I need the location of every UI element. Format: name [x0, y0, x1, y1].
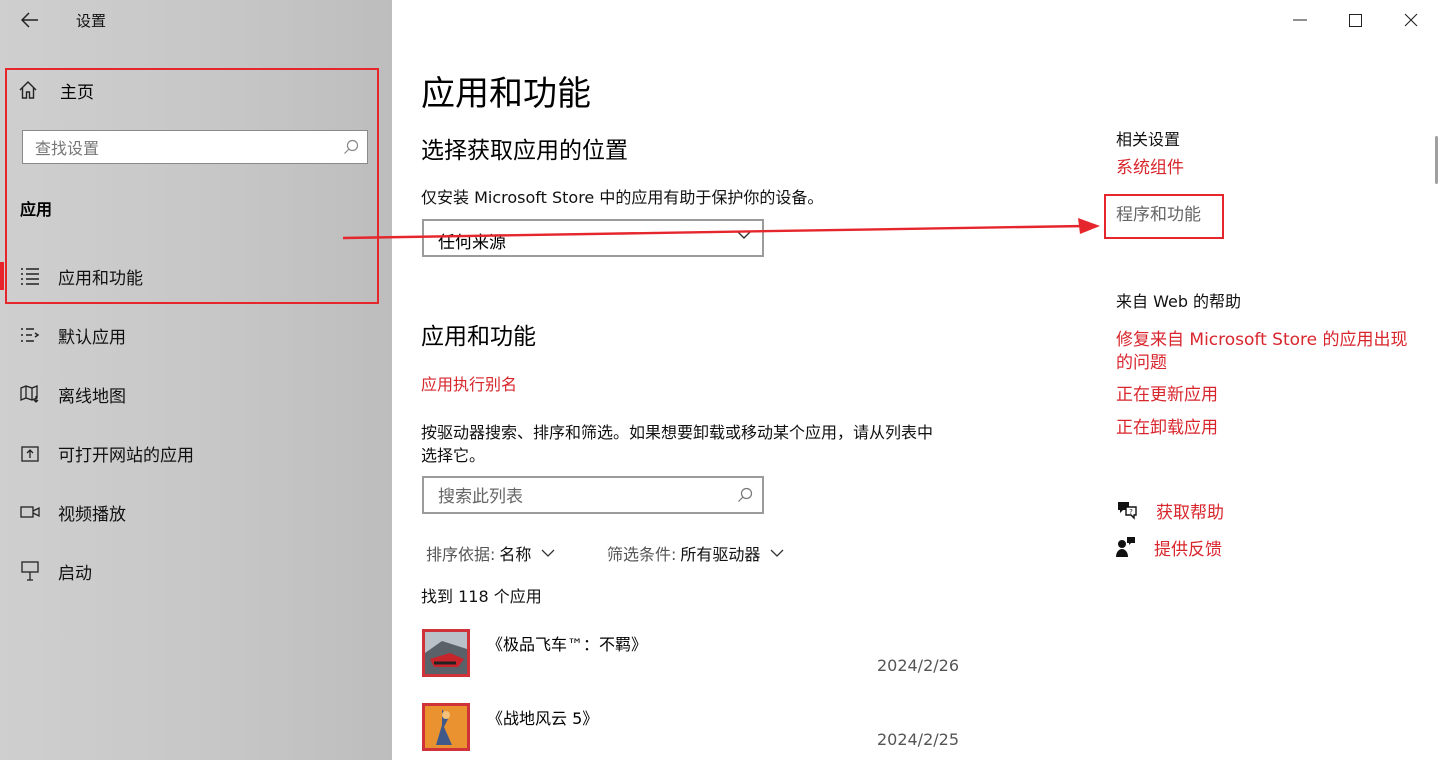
settings-search[interactable]	[22, 130, 368, 164]
home-label: 主页	[60, 82, 94, 103]
filter-label: 筛选条件:	[607, 545, 677, 564]
app-install-date: 2024/2/26	[876, 656, 959, 675]
source-section-heading: 选择获取应用的位置	[421, 138, 628, 164]
app-thumbnail	[422, 629, 470, 677]
link-line: 的问题	[1116, 353, 1167, 373]
get-help-link[interactable]: ? 获取帮助	[1116, 497, 1224, 523]
app-source-dropdown[interactable]: 任何来源	[422, 219, 764, 257]
sidebar-item-label: 可打开网站的应用	[58, 445, 194, 466]
system-components-link[interactable]: 系统组件	[1116, 157, 1184, 180]
apps-description-line2: 选择它。	[421, 446, 486, 465]
feedback-link[interactable]: 提供反馈	[1116, 534, 1222, 560]
fix-store-apps-link[interactable]: 修复来自 Microsoft Store 的应用出现 的问题	[1116, 329, 1408, 375]
close-icon	[1404, 13, 1418, 27]
updating-apps-link[interactable]: 正在更新应用	[1116, 384, 1218, 407]
app-execution-alias-link[interactable]: 应用执行别名	[421, 373, 517, 396]
sidebar-item-label: 应用和功能	[58, 268, 143, 289]
search-icon	[738, 487, 753, 502]
sidebar-home[interactable]: 主页	[18, 76, 94, 104]
scrollbar-thumb[interactable]	[1435, 136, 1438, 184]
chevron-down-icon	[770, 549, 784, 557]
sidebar: 设置 主页 应用 应用和功能 默认应用 离线地图	[0, 0, 392, 760]
app-list-item[interactable]: 《极品飞车™：不羁》 2024/2/26	[421, 629, 961, 693]
get-help-icon: ?	[1118, 502, 1137, 520]
app-count: 找到 118 个应用	[421, 587, 542, 606]
web-help-heading: 来自 Web 的帮助	[1116, 292, 1242, 311]
minimize-icon	[1293, 19, 1307, 21]
filter-value: 所有驱动器	[680, 545, 761, 564]
sidebar-item-label: 视频播放	[58, 504, 126, 525]
window-title: 设置	[76, 12, 107, 30]
apps-section-heading: 应用和功能	[421, 324, 536, 350]
sidebar-item-offline-maps[interactable]: 离线地图	[0, 374, 392, 414]
app-thumbnail	[422, 703, 470, 751]
sidebar-item-apps-features[interactable]: 应用和功能	[0, 256, 392, 296]
source-description: 仅安装 Microsoft Store 中的应用有助于保护你的设备。	[421, 188, 824, 207]
app-list-item[interactable]: 《战地风云 5》 2024/2/25	[421, 703, 961, 767]
close-button[interactable]	[1391, 6, 1431, 34]
back-button[interactable]	[14, 6, 46, 34]
default-apps-icon	[19, 324, 41, 346]
app-install-date: 2024/2/25	[876, 730, 959, 749]
sidebar-item-apps-for-websites[interactable]: 可打开网站的应用	[0, 433, 392, 473]
sidebar-item-label: 默认应用	[58, 327, 126, 348]
sidebar-item-startup[interactable]: 启动	[0, 551, 392, 591]
page-title: 应用和功能	[421, 74, 591, 114]
home-icon	[19, 81, 37, 99]
dropdown-value: 任何来源	[438, 233, 506, 253]
filter-by-dropdown[interactable]: 筛选条件: 所有驱动器	[607, 542, 784, 564]
settings-search-input[interactable]	[33, 135, 337, 161]
app-name: 《战地风云 5》	[487, 709, 599, 728]
feedback-icon	[1116, 537, 1135, 557]
apps-features-list-icon	[19, 265, 41, 287]
startup-icon	[19, 560, 41, 582]
sort-label: 排序依据:	[426, 545, 496, 564]
app-name: 《极品飞车™：不羁》	[487, 635, 648, 654]
maximize-button[interactable]	[1335, 6, 1375, 34]
sort-value: 名称	[499, 545, 532, 564]
sort-by-dropdown[interactable]: 排序依据: 名称	[426, 542, 555, 564]
sidebar-item-default-apps[interactable]: 默认应用	[0, 315, 392, 355]
video-playback-icon	[19, 501, 41, 523]
offline-maps-icon	[19, 383, 41, 405]
apps-description-line1: 按驱动器搜索、排序和筛选。如果想要卸载或移动某个应用，请从列表中	[421, 423, 934, 442]
maximize-icon	[1348, 13, 1362, 27]
back-arrow-icon	[21, 12, 38, 28]
related-settings-heading: 相关设置	[1116, 130, 1181, 149]
programs-features-link[interactable]: 程序和功能	[1116, 204, 1201, 227]
sidebar-item-label: 启动	[58, 563, 92, 584]
get-help-label: 获取帮助	[1156, 502, 1224, 523]
section-label: 应用	[20, 200, 53, 219]
feedback-label: 提供反馈	[1154, 539, 1222, 560]
sidebar-item-label: 离线地图	[58, 386, 126, 407]
uninstalling-apps-link[interactable]: 正在卸载应用	[1116, 417, 1218, 440]
app-list-search-input[interactable]	[436, 484, 730, 510]
link-line: 修复来自 Microsoft Store 的应用出现	[1116, 330, 1408, 350]
chevron-down-icon	[736, 230, 752, 239]
svg-text:?: ?	[1129, 508, 1133, 516]
apps-for-websites-icon	[19, 442, 41, 464]
app-list-search[interactable]	[422, 476, 764, 514]
chevron-down-icon	[541, 549, 555, 557]
sidebar-item-video-playback[interactable]: 视频播放	[0, 492, 392, 532]
search-icon	[344, 139, 359, 154]
minimize-button[interactable]	[1280, 6, 1320, 34]
